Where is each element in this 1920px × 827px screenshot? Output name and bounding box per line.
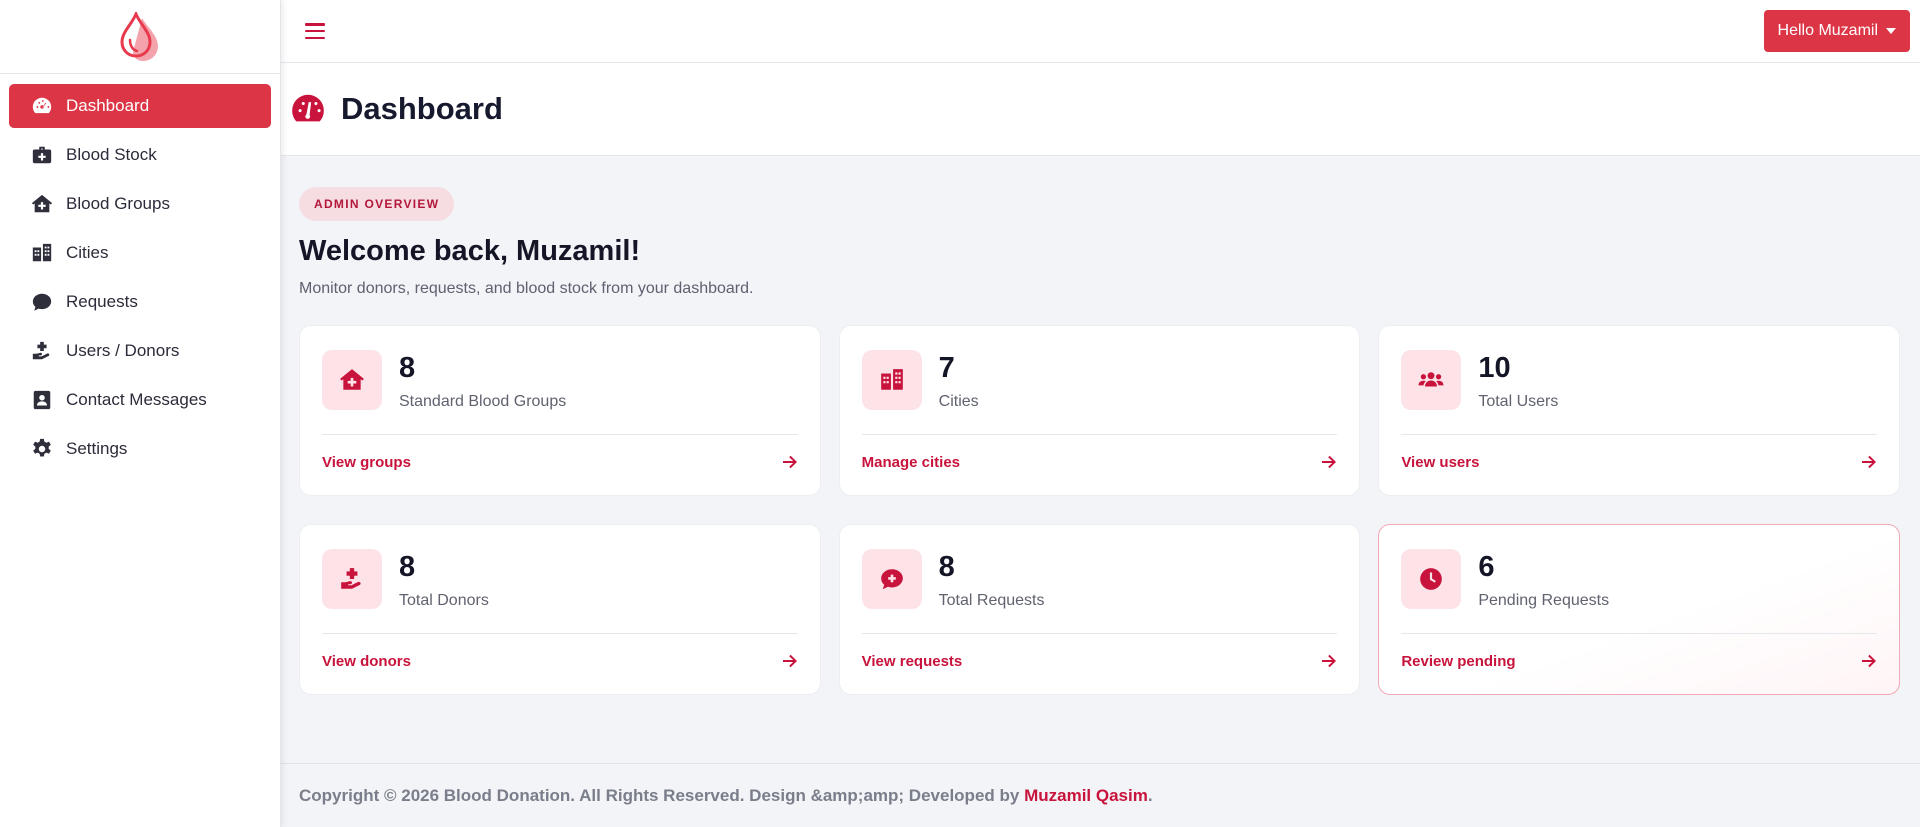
manage-cities-link[interactable]: Manage cities [862, 435, 1338, 489]
stat-label: Total Users [1478, 393, 1559, 410]
stat-value: 8 [399, 551, 416, 583]
users-icon [1401, 350, 1462, 410]
view-groups-link[interactable]: View groups [322, 435, 798, 489]
arrow-right-icon [782, 455, 797, 469]
topbar: Hello Muzamil [281, 0, 1920, 63]
gear-icon [30, 437, 54, 461]
hand-holding-medical-icon [322, 549, 382, 609]
stat-card-requests: 8 Total Requests View requests [838, 524, 1361, 695]
stat-value: 7 [938, 352, 955, 384]
overview-badge: ADMIN OVERVIEW [299, 187, 455, 221]
link-label: Manage cities [861, 453, 961, 471]
arrow-right-icon [1322, 654, 1337, 668]
stat-card-donors: 8 Total Donors View donors [299, 524, 821, 695]
review-pending-link[interactable]: Review pending [1401, 634, 1877, 688]
caret-down-icon [1886, 28, 1896, 34]
stat-label: Standard Blood Groups [399, 393, 567, 410]
clock-icon [1401, 549, 1462, 609]
arrow-right-icon [1862, 455, 1876, 469]
arrow-right-icon [1862, 654, 1876, 668]
link-label: View requests [861, 652, 963, 670]
sidebar: Dashboard Blood Stock Blood Groups Citie… [0, 0, 281, 827]
house-medical-icon [30, 192, 54, 216]
stat-label: Total Donors [399, 592, 489, 609]
sidebar-item-label: Cities [66, 243, 109, 262]
comment-medical-icon [861, 549, 922, 609]
stat-value: 8 [399, 352, 416, 384]
blood-drop-logo-icon [120, 11, 158, 61]
stat-value: 6 [1478, 551, 1495, 583]
address-card-icon [30, 388, 54, 412]
sidebar-nav: Dashboard Blood Stock Blood Groups Citie… [0, 74, 280, 486]
city-icon [861, 350, 922, 410]
view-requests-link[interactable]: View requests [862, 634, 1338, 688]
user-menu-label: Hello Muzamil [1777, 22, 1878, 39]
sidebar-item-dashboard[interactable]: Dashboard [9, 84, 271, 128]
dashboard-icon [292, 94, 324, 122]
link-label: View users [1401, 453, 1480, 471]
sidebar-item-label: Dashboard [66, 96, 150, 115]
hand-holding-medical-icon [30, 339, 54, 363]
author-link[interactable]: Muzamil Qasim [1024, 786, 1148, 806]
sidebar-item-settings[interactable]: Settings [9, 427, 271, 471]
link-label: View donors [322, 652, 411, 670]
view-donors-link[interactable]: View donors [322, 634, 798, 688]
medical-kit-icon [30, 143, 54, 167]
sidebar-item-label: Requests [66, 292, 138, 311]
arrow-right-icon [1322, 455, 1337, 469]
welcome-heading: Welcome back, Muzamil! [299, 235, 641, 267]
sidebar-item-label: Users / Donors [66, 341, 180, 360]
comment-medical-icon [30, 290, 54, 314]
stat-label: Cities [938, 393, 979, 410]
stat-card-cities: 7 Cities Manage cities [838, 325, 1361, 496]
view-users-link[interactable]: View users [1401, 435, 1877, 489]
footer: Copyright © 2026 Blood Donation. All Rig… [281, 763, 1920, 827]
sidebar-item-blood-groups[interactable]: Blood Groups [9, 182, 271, 226]
link-label: View groups [322, 453, 411, 471]
stats-grid: 8 Standard Blood Groups View groups 7 Ci… [299, 325, 1900, 695]
arrow-right-icon [782, 654, 797, 668]
stat-card-blood-groups: 8 Standard Blood Groups View groups [299, 325, 821, 496]
footer-end: . [1147, 785, 1153, 805]
sidebar-item-label: Blood Stock [66, 145, 157, 164]
sidebar-item-blood-stock[interactable]: Blood Stock [9, 133, 271, 177]
link-label: Review pending [1401, 652, 1516, 670]
stat-label: Pending Requests [1478, 592, 1610, 609]
sidebar-item-label: Settings [66, 439, 128, 458]
stat-card-users: 10 Total Users View users [1378, 325, 1900, 496]
copyright-text: Copyright © 2026 Blood Donation. All Rig… [299, 785, 1020, 805]
logo[interactable] [0, 0, 280, 74]
stat-card-pending-requests: 6 Pending Requests Review pending [1378, 524, 1900, 695]
page-title: Dashboard [341, 91, 503, 126]
stat-value: 10 [1478, 352, 1511, 384]
stat-label: Total Requests [938, 592, 1045, 609]
sidebar-item-label: Blood Groups [66, 194, 170, 213]
user-menu-button[interactable]: Hello Muzamil [1763, 10, 1910, 52]
house-medical-icon [322, 350, 382, 410]
sidebar-item-label: Contact Messages [66, 390, 207, 409]
sidebar-item-contact-messages[interactable]: Contact Messages [9, 378, 271, 422]
page-header: Dashboard [281, 63, 1920, 156]
main-content: ADMIN OVERVIEW Welcome back, Muzamil! Mo… [299, 156, 1900, 695]
sidebar-item-users-donors[interactable]: Users / Donors [9, 329, 271, 373]
sidebar-item-cities[interactable]: Cities [9, 231, 271, 275]
sidebar-item-requests[interactable]: Requests [9, 280, 271, 324]
stat-value: 8 [938, 551, 955, 583]
city-icon [30, 241, 54, 265]
welcome-subtitle: Monitor donors, requests, and blood stoc… [299, 280, 754, 297]
menu-toggle-icon[interactable] [305, 23, 325, 39]
dashboard-icon [30, 94, 54, 118]
